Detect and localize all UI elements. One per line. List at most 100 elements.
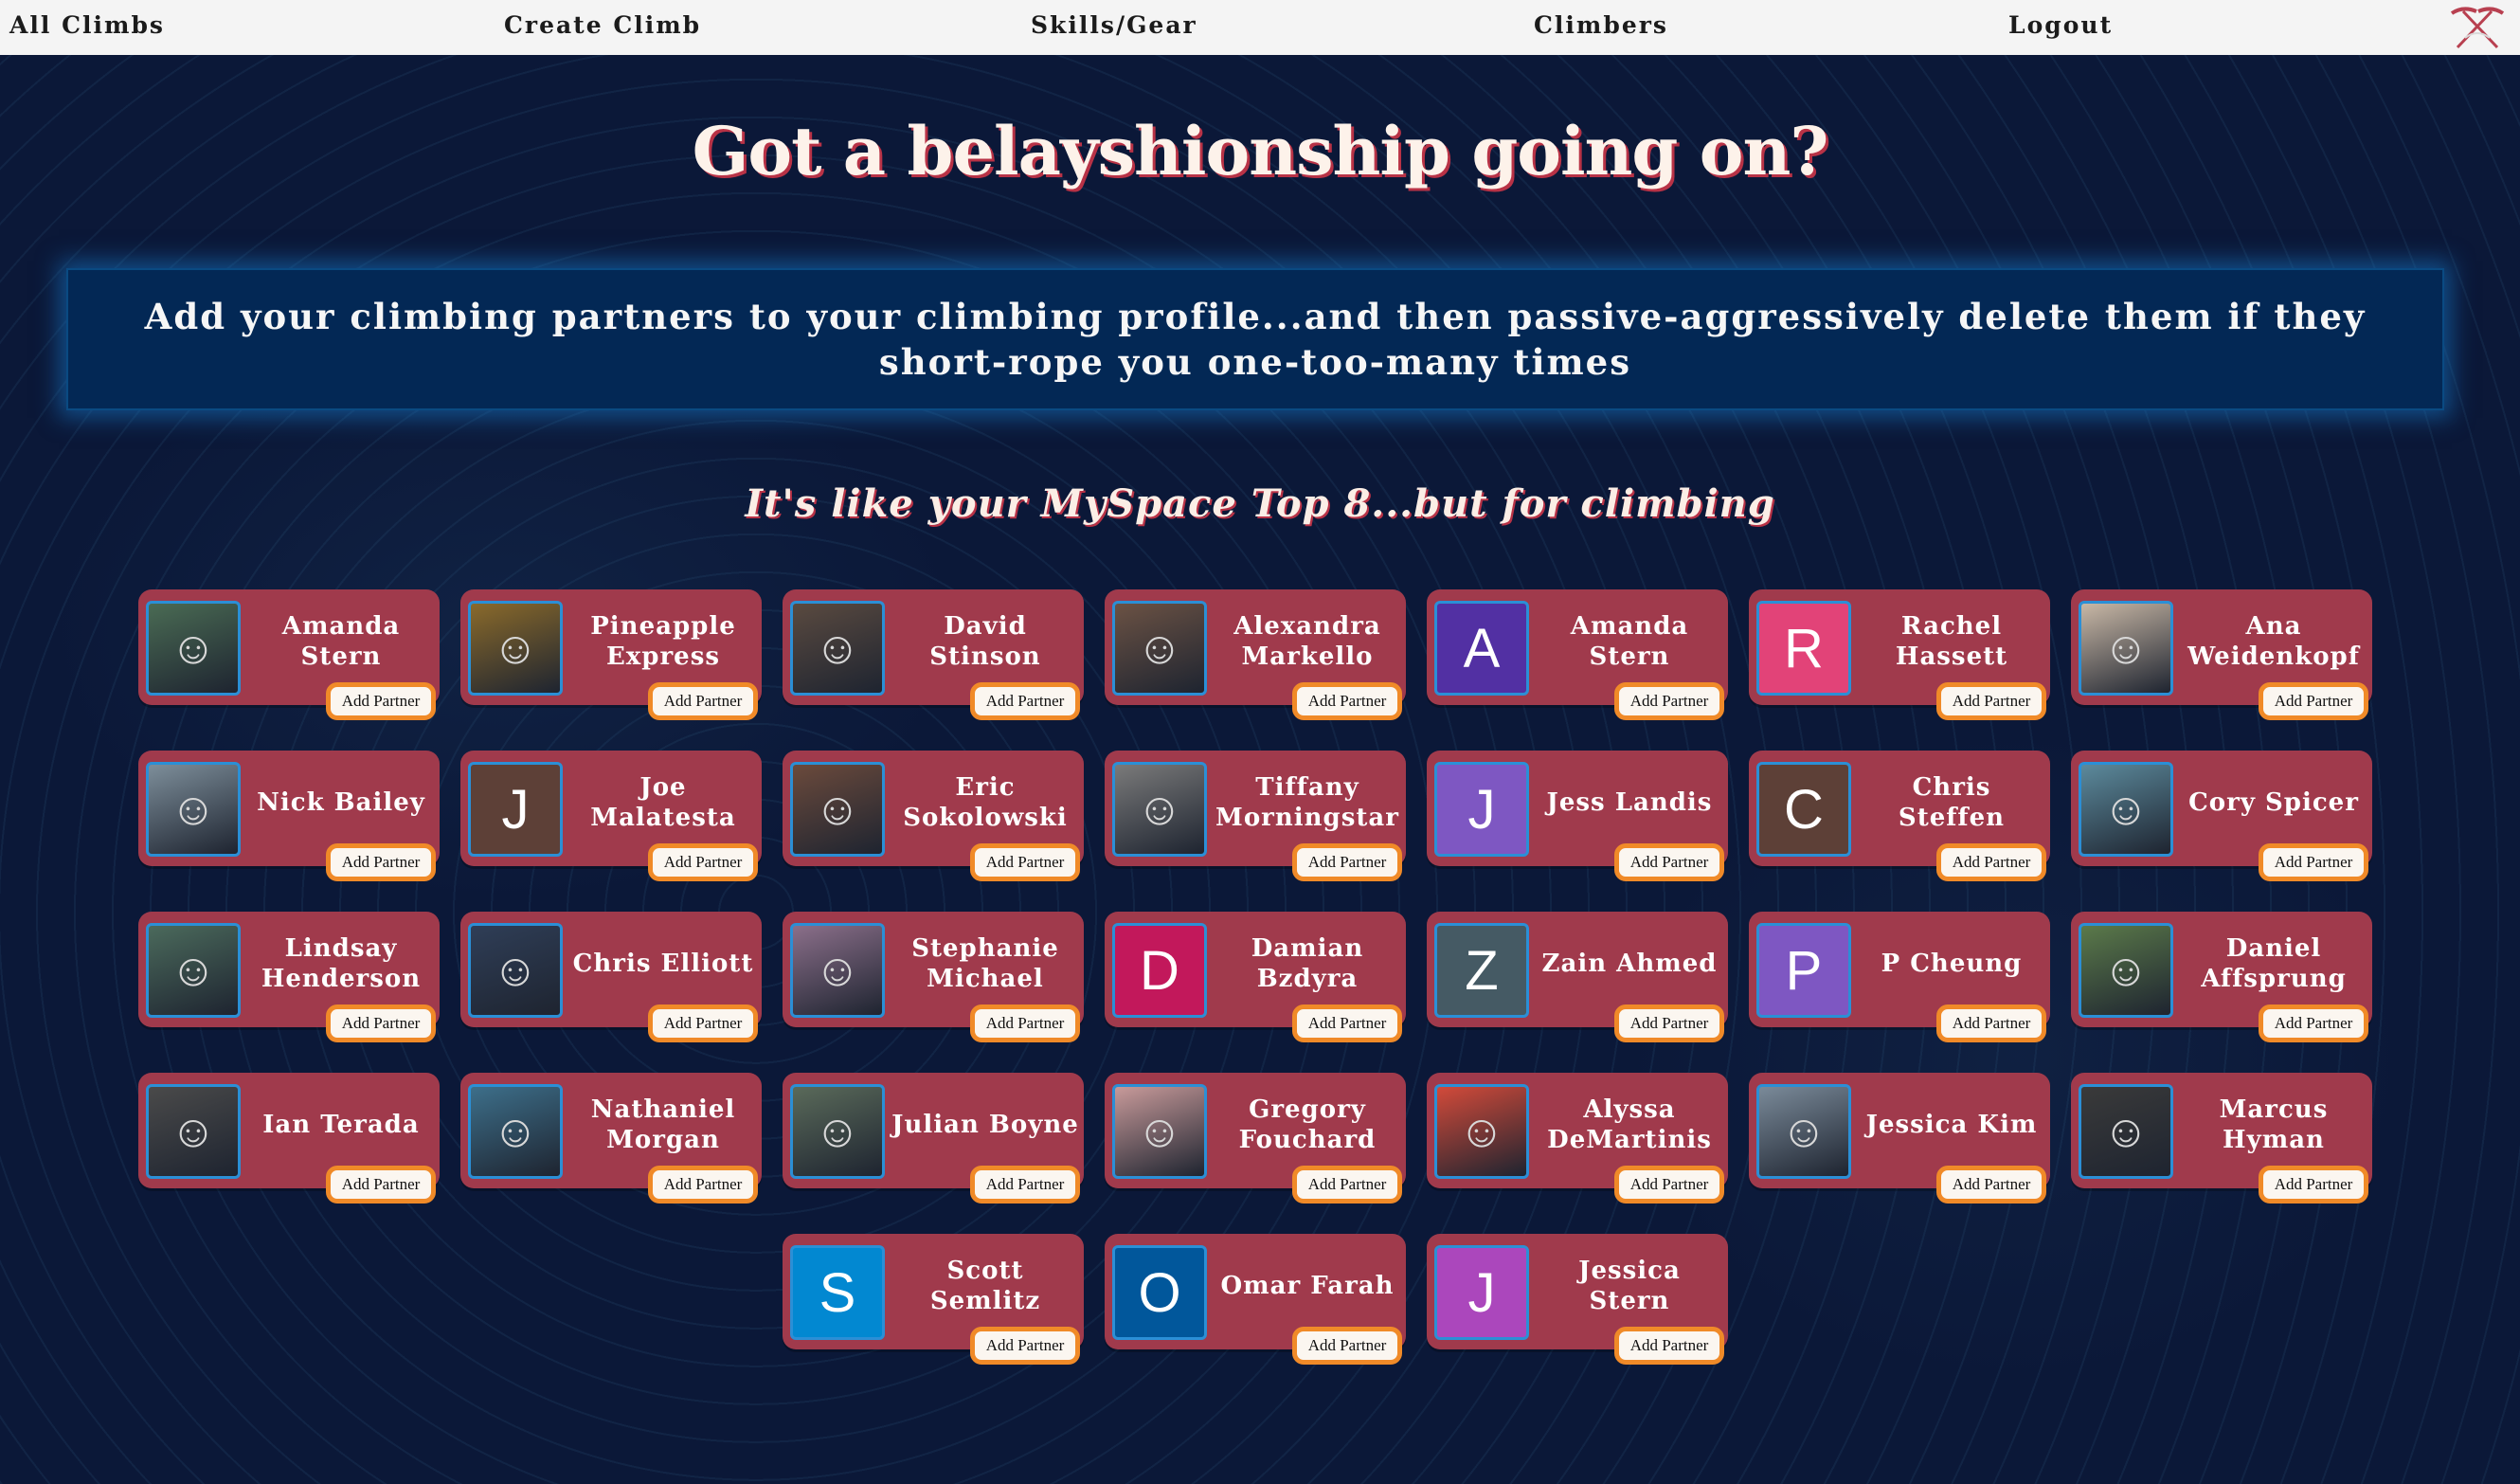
add-partner-button[interactable]: Add Partner — [326, 682, 436, 720]
nav-all-climbs[interactable]: All Climbs — [9, 11, 165, 39]
climber-name: Jessica Kim — [1865, 1111, 2038, 1139]
add-partner-button[interactable]: Add Partner — [1936, 1166, 2046, 1203]
person-photo-icon: ☺ — [2102, 945, 2150, 996]
climber-name: Scott Semlitz — [929, 1257, 1041, 1315]
climber-initial-avatar: J — [468, 762, 563, 857]
person-photo-icon: ☺ — [1136, 1106, 1183, 1157]
climber-initial-avatar: O — [1112, 1245, 1207, 1340]
climber-photo-avatar: ☺ — [790, 923, 885, 1018]
climber-photo-avatar: ☺ — [2079, 1084, 2173, 1179]
nav-climbers[interactable]: Climbers — [1534, 11, 1668, 39]
climber-photo-avatar: ☺ — [146, 923, 241, 1018]
climber-name: Amanda Stern — [1570, 612, 1689, 671]
climber-photo-avatar: ☺ — [2079, 923, 2173, 1018]
add-partner-button[interactable]: Add Partner — [1614, 1166, 1724, 1203]
add-partner-button[interactable]: Add Partner — [1936, 1004, 2046, 1042]
add-partner-button[interactable]: Add Partner — [1292, 843, 1402, 881]
climber-photo-avatar: ☺ — [790, 1084, 885, 1179]
person-photo-icon: ☺ — [170, 1106, 217, 1157]
climber-card: ☺ Eric Sokolowski Add Partner — [783, 751, 1084, 881]
climber-card: ☺ Alyssa DeMartinis Add Partner — [1427, 1073, 1728, 1203]
climber-initial-avatar: R — [1756, 601, 1851, 696]
climber-photo-avatar: ☺ — [1112, 1084, 1207, 1179]
climber-name: Stephanie Michael — [911, 934, 1059, 993]
person-photo-icon: ☺ — [2102, 784, 2150, 835]
add-partner-button[interactable]: Add Partner — [970, 1166, 1080, 1203]
climber-name: Marcus Hyman — [2219, 1095, 2329, 1154]
add-partner-button[interactable]: Add Partner — [970, 1327, 1080, 1365]
person-photo-icon: ☺ — [814, 1106, 861, 1157]
climber-card: ☺ Cory Spicer Add Partner — [2071, 751, 2372, 881]
climber-name: Ana Weidenkopf — [2187, 612, 2360, 671]
climber-card: ☺ Lindsay Henderson Add Partner — [138, 912, 440, 1042]
climber-card: P P Cheung Add Partner — [1749, 912, 2050, 1042]
nav-logout[interactable]: Logout — [2008, 11, 2113, 39]
avatar-initial: Z — [1465, 939, 1499, 1002]
climber-card: ☺ David Stinson Add Partner — [783, 589, 1084, 720]
climber-photo-avatar: ☺ — [146, 601, 241, 696]
add-partner-button[interactable]: Add Partner — [648, 682, 758, 720]
add-partner-button[interactable]: Add Partner — [2259, 682, 2368, 720]
climber-name: Nick Bailey — [257, 788, 425, 817]
climber-name: David Stinson — [929, 612, 1041, 671]
avatar-initial: O — [1138, 1261, 1181, 1324]
climber-card: C Chris Steffen Add Partner — [1749, 751, 2050, 881]
climber-initial-avatar: A — [1434, 601, 1529, 696]
add-partner-button[interactable]: Add Partner — [1292, 682, 1402, 720]
climber-name: Alyssa DeMartinis — [1547, 1095, 1712, 1154]
climber-grid: ☺ Amanda Stern Add Partner ☺ Pineapple Expre… — [0, 55, 2520, 1484]
climber-photo-avatar: ☺ — [146, 762, 241, 857]
add-partner-button[interactable]: Add Partner — [2259, 843, 2368, 881]
add-partner-button[interactable]: Add Partner — [1614, 1327, 1724, 1365]
climber-name: Eric Sokolowski — [903, 773, 1068, 832]
climber-name: Tiffany Morningstar — [1215, 773, 1399, 832]
add-partner-button[interactable]: Add Partner — [648, 1166, 758, 1203]
climber-name: Chris Steffen — [1898, 773, 2006, 832]
person-photo-icon: ☺ — [492, 945, 539, 996]
climber-name: Chris Elliott — [572, 950, 754, 978]
nav-create-climb[interactable]: Create Climb — [504, 11, 701, 39]
add-partner-button[interactable]: Add Partner — [1614, 682, 1724, 720]
add-partner-button[interactable]: Add Partner — [326, 1166, 436, 1203]
climber-initial-avatar: S — [790, 1245, 885, 1340]
person-photo-icon: ☺ — [2102, 623, 2150, 674]
climber-card: ☺ Nick Bailey Add Partner — [138, 751, 440, 881]
climber-card: R Rachel Hassett Add Partner — [1749, 589, 2050, 720]
avatar-initial: C — [1784, 778, 1824, 841]
person-photo-icon: ☺ — [1136, 784, 1183, 835]
add-partner-button[interactable]: Add Partner — [326, 1004, 436, 1042]
climber-card: ☺ Pineapple Express Add Partner — [460, 589, 762, 720]
add-partner-button[interactable]: Add Partner — [1292, 1004, 1402, 1042]
climber-card: ☺ Alexandra Markello Add Partner — [1105, 589, 1406, 720]
add-partner-button[interactable]: Add Partner — [648, 1004, 758, 1042]
ice-axes-logo-icon[interactable] — [2444, 4, 2511, 51]
climber-card: ☺ Stephanie Michael Add Partner — [783, 912, 1084, 1042]
add-partner-button[interactable]: Add Partner — [1936, 682, 2046, 720]
add-partner-button[interactable]: Add Partner — [1614, 1004, 1724, 1042]
add-partner-button[interactable]: Add Partner — [1614, 843, 1724, 881]
add-partner-button[interactable]: Add Partner — [2259, 1004, 2368, 1042]
add-partner-button[interactable]: Add Partner — [970, 843, 1080, 881]
add-partner-button[interactable]: Add Partner — [1936, 843, 2046, 881]
climber-card: ☺ Ian Terada Add Partner — [138, 1073, 440, 1203]
add-partner-button[interactable]: Add Partner — [1292, 1166, 1402, 1203]
climber-name: Nathaniel Morgan — [590, 1095, 736, 1154]
climber-card: ☺ Jessica Kim Add Partner — [1749, 1073, 2050, 1203]
climber-name: Lindsay Henderson — [261, 934, 422, 993]
climber-name: Amanda Stern — [281, 612, 401, 671]
person-photo-icon: ☺ — [492, 623, 539, 674]
add-partner-button[interactable]: Add Partner — [970, 682, 1080, 720]
climber-name: Jess Landis — [1546, 788, 1713, 817]
climber-name: Alexandra Markello — [1233, 612, 1381, 671]
climber-photo-avatar: ☺ — [468, 601, 563, 696]
add-partner-button[interactable]: Add Partner — [648, 843, 758, 881]
add-partner-button[interactable]: Add Partner — [970, 1004, 1080, 1042]
add-partner-button[interactable]: Add Partner — [1292, 1327, 1402, 1365]
add-partner-button[interactable]: Add Partner — [2259, 1166, 2368, 1203]
nav-skills-gear[interactable]: Skills/Gear — [1031, 11, 1197, 39]
person-photo-icon: ☺ — [492, 1106, 539, 1157]
add-partner-button[interactable]: Add Partner — [326, 843, 436, 881]
climber-photo-avatar: ☺ — [790, 601, 885, 696]
climber-initial-avatar: Z — [1434, 923, 1529, 1018]
climber-card: ☺ Marcus Hyman Add Partner — [2071, 1073, 2372, 1203]
